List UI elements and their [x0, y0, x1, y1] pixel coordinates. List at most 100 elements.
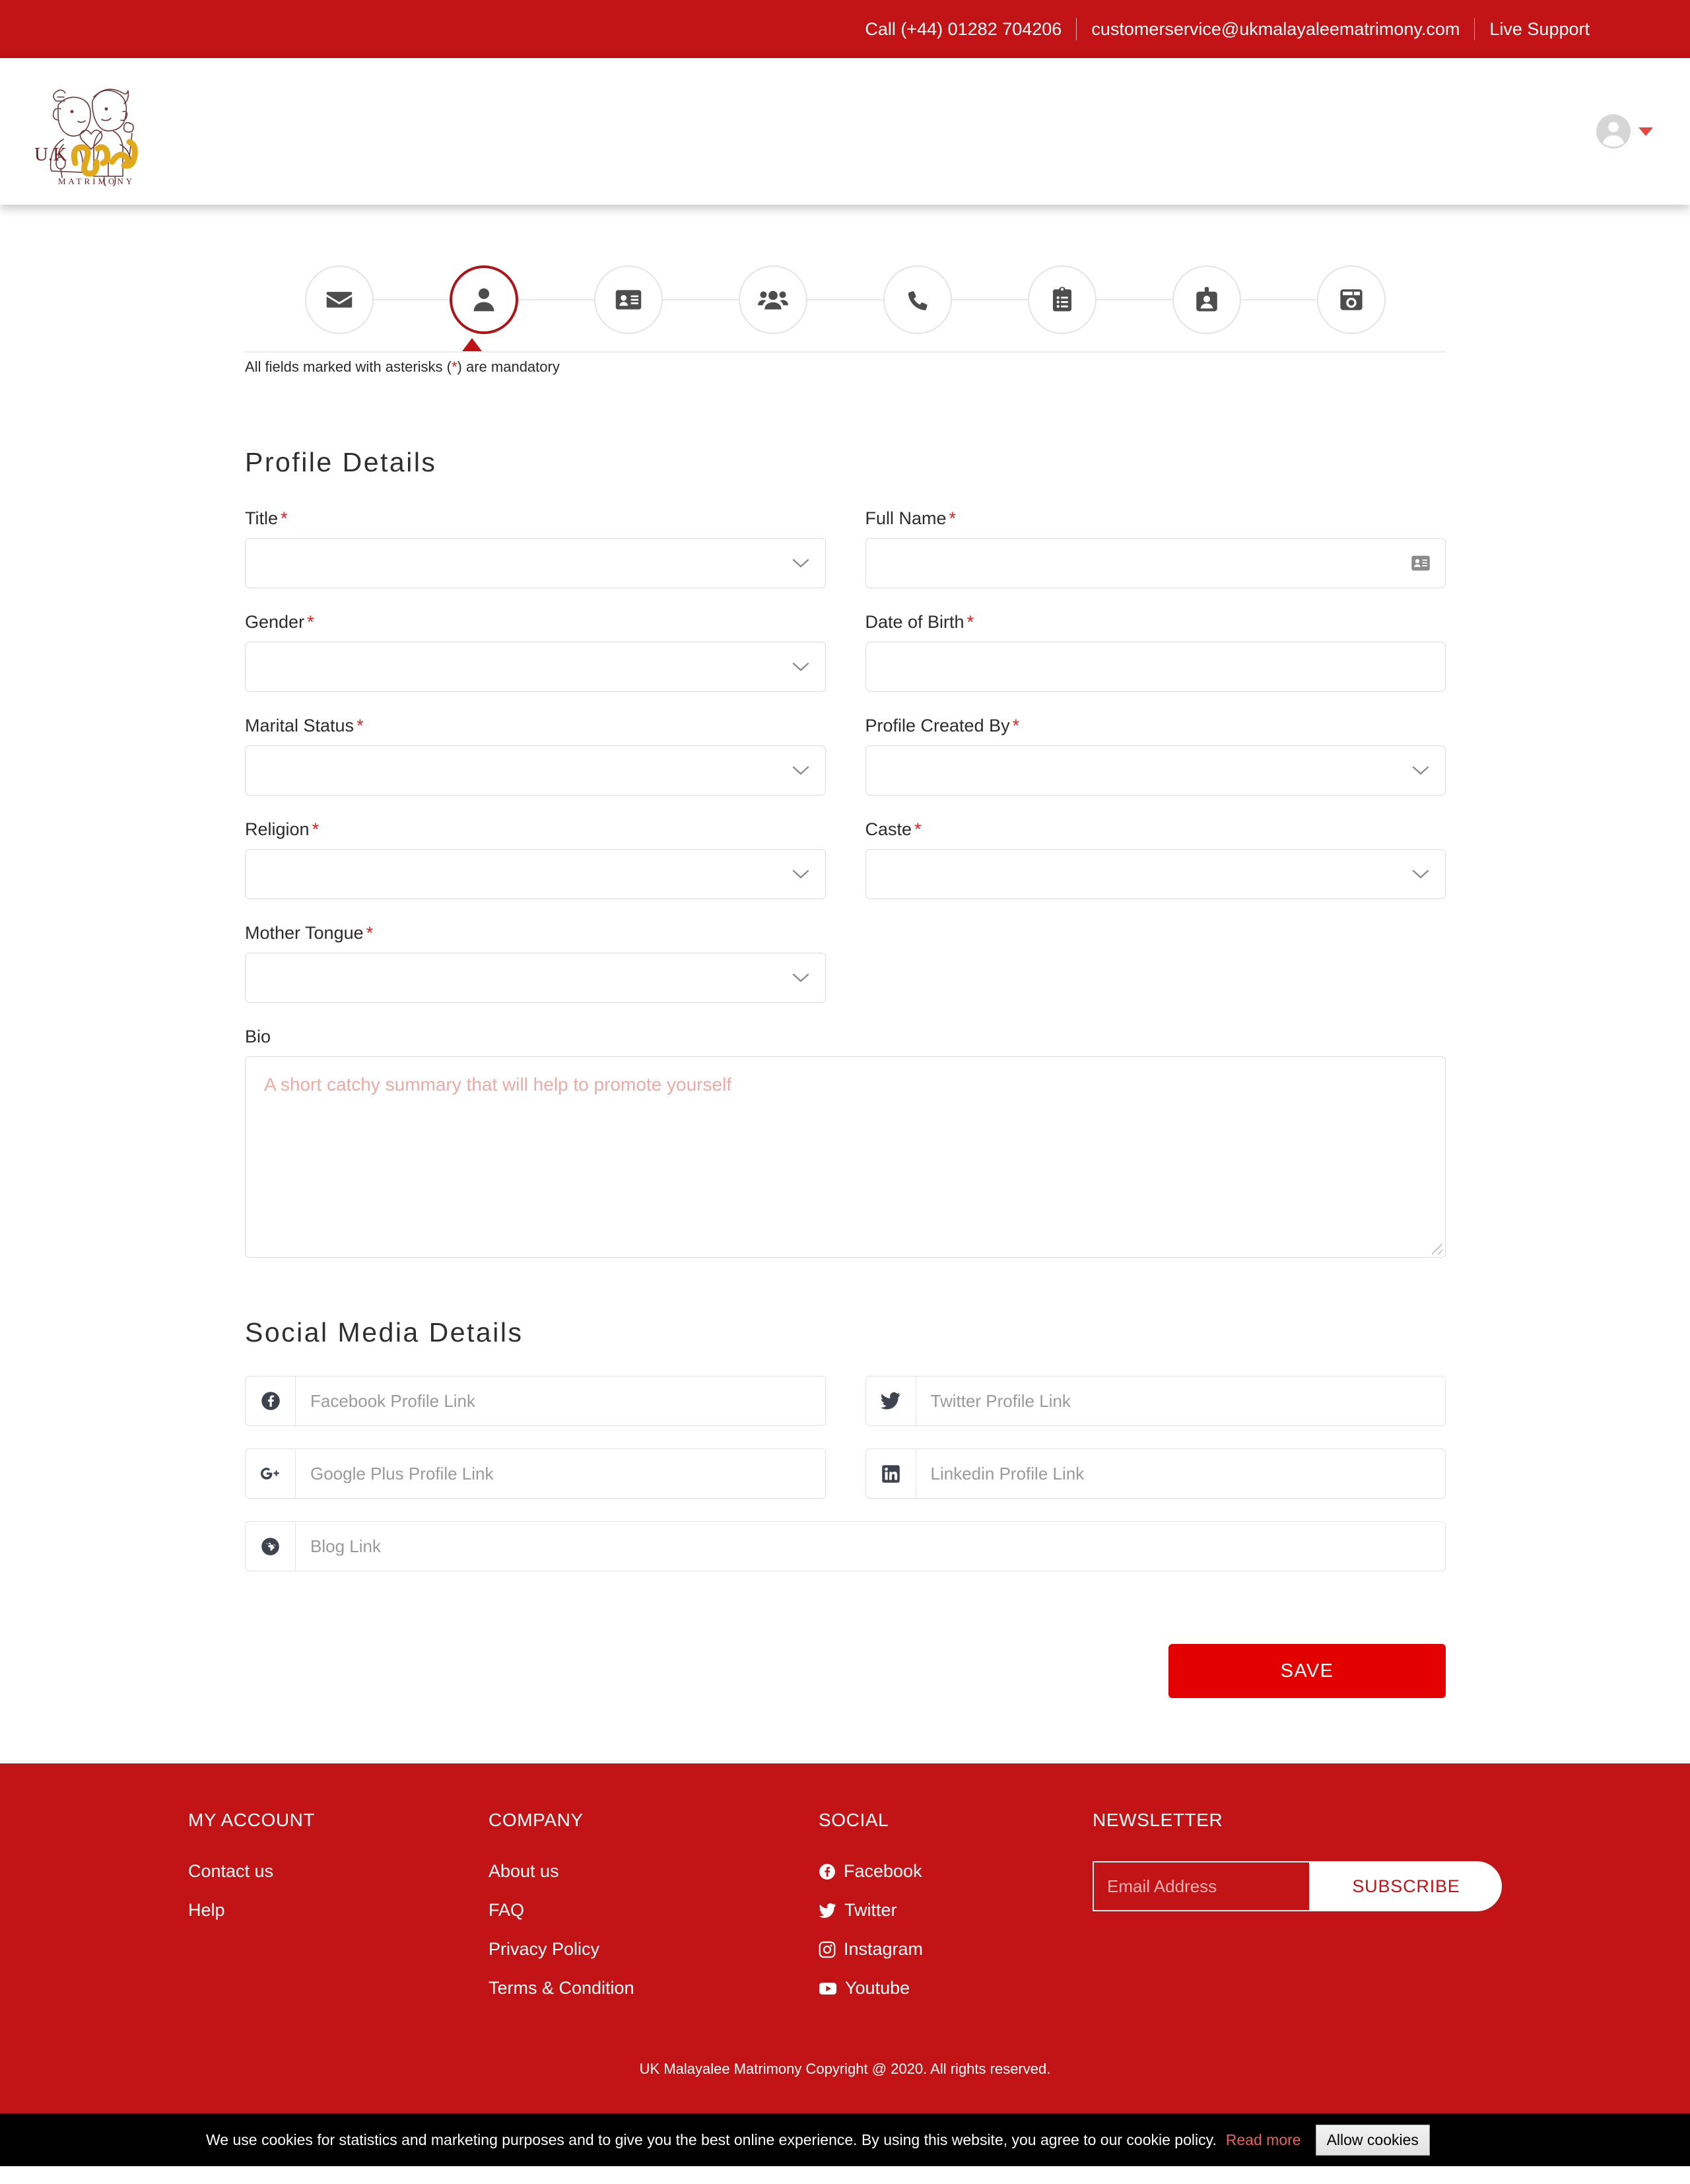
select-mother-tongue[interactable] — [245, 953, 826, 1003]
live-support-link[interactable]: Live Support — [1475, 20, 1604, 38]
footer-link-faq[interactable]: FAQ — [489, 1900, 819, 1921]
social-media-heading: Social Media Details — [245, 1317, 524, 1348]
phone-link[interactable]: Call (+44) 01282 704206 — [850, 20, 1076, 38]
step-family[interactable] — [738, 265, 807, 334]
active-step-pointer-icon — [462, 338, 482, 351]
google-plus-link-input[interactable] — [296, 1449, 825, 1498]
select-marital-status-value[interactable] — [246, 746, 825, 795]
field-religion: Religion * — [245, 796, 826, 899]
footer-link-twitter[interactable]: Twitter — [819, 1900, 1093, 1921]
site-logo[interactable]: U.K MATRIMONY — [20, 71, 178, 193]
facebook-icon — [246, 1377, 296, 1425]
footer-link-contact-us[interactable]: Contact us — [188, 1861, 489, 1882]
bio-textarea[interactable] — [246, 1057, 1445, 1257]
account-menu[interactable] — [1596, 114, 1653, 149]
input-date-of-birth[interactable] — [865, 642, 1445, 691]
mandatory-note-block: All fields marked with asterisks (*) are… — [244, 338, 1446, 376]
instagram-icon — [819, 1941, 836, 1958]
svg-text:U.K: U.K — [34, 144, 67, 165]
note-suffix: ) are mandatory — [457, 358, 560, 375]
label-title: Title * — [245, 508, 288, 528]
row-facebook-link[interactable] — [245, 1376, 826, 1426]
footer-link-privacy-policy[interactable]: Privacy Policy — [489, 1939, 819, 1960]
select-profile-created-by-value[interactable] — [865, 746, 1445, 795]
profile-fields-grid: Title * Full Name * Gender * Date of Bir… — [245, 485, 1446, 1003]
email-link[interactable]: customerservice@ukmalayaleematrimony.com — [1077, 20, 1474, 38]
facebook-link-input[interactable] — [296, 1377, 825, 1425]
step-email[interactable] — [304, 265, 374, 334]
allow-cookies-button[interactable]: Allow cookies — [1315, 2124, 1430, 2156]
select-profile-created-by[interactable] — [865, 745, 1446, 796]
step-profile[interactable] — [449, 265, 518, 334]
input-date-of-birth-wrap[interactable] — [865, 642, 1446, 692]
footer-link-label: Youtube — [845, 1978, 910, 1998]
id-badge-icon — [1196, 287, 1217, 312]
select-religion[interactable] — [245, 849, 826, 899]
note-asterisk: * — [451, 358, 457, 375]
step-connector — [662, 299, 739, 300]
subscribe-button[interactable]: SUBSCRIBE — [1310, 1861, 1502, 1911]
newsletter-email-input[interactable] — [1093, 1861, 1310, 1911]
globe-icon — [246, 1522, 296, 1571]
step-contact[interactable] — [883, 265, 952, 334]
select-marital-status[interactable] — [245, 745, 826, 796]
profile-form: Profile Details Title * Full Name * Gend… — [244, 376, 1446, 1754]
row-blog-link[interactable] — [245, 1521, 1446, 1571]
note-prefix: All fields marked with asterisks ( — [245, 358, 452, 375]
blog-link-input[interactable] — [296, 1522, 1445, 1571]
select-religion-value[interactable] — [246, 850, 825, 899]
registration-stepper — [0, 205, 1690, 334]
page-body: All fields marked with asterisks (*) are… — [0, 205, 1690, 1760]
input-full-name[interactable] — [865, 539, 1445, 588]
label-profile-created-by: Profile Created By * — [865, 716, 1020, 735]
clipboard-list-icon — [1052, 287, 1071, 312]
caret-down-icon[interactable] — [1639, 127, 1653, 136]
required-asterisk: * — [1012, 716, 1020, 735]
required-asterisk: * — [366, 923, 374, 943]
field-title: Title * — [245, 485, 826, 588]
select-caste-value[interactable] — [865, 850, 1445, 899]
footer-heading-social: SOCIAL — [819, 1810, 889, 1830]
step-preferences[interactable] — [1027, 265, 1097, 334]
select-gender-value[interactable] — [246, 642, 825, 691]
profile-details-heading: Profile Details — [245, 447, 437, 477]
svg-text:MATRIMONY: MATRIMONY — [58, 176, 135, 186]
step-id-badge[interactable] — [1172, 265, 1241, 334]
footer-link-help[interactable]: Help — [188, 1900, 489, 1921]
cookie-read-more-link[interactable]: Read more — [1226, 2131, 1301, 2149]
id-card-icon — [615, 290, 641, 310]
resize-handle[interactable] — [1432, 1244, 1442, 1254]
step-photos[interactable] — [1316, 265, 1386, 334]
linkedin-link-input[interactable] — [916, 1449, 1445, 1498]
footer-link-terms[interactable]: Terms & Condition — [489, 1978, 819, 1998]
select-title-value[interactable] — [246, 539, 825, 588]
row-linkedin-link[interactable] — [865, 1449, 1446, 1499]
input-full-name-wrap[interactable] — [865, 538, 1446, 588]
footer-col-social: SOCIAL Facebook Twitter Instagram Youtub… — [819, 1810, 1093, 2017]
footer-heading-my-account: MY ACCOUNT — [188, 1810, 316, 1830]
select-mother-tongue-value[interactable] — [246, 953, 825, 1002]
footer-link-label: Instagram — [844, 1939, 924, 1959]
label-bio: Bio — [245, 1027, 271, 1046]
field-gender: Gender * — [245, 588, 826, 692]
step-id-card[interactable] — [593, 265, 663, 334]
footer-link-about-us[interactable]: About us — [489, 1861, 819, 1882]
footer-link-facebook[interactable]: Facebook — [819, 1861, 1093, 1882]
select-title[interactable] — [245, 538, 826, 588]
grid-spacer — [865, 899, 1446, 1003]
row-google-plus-link[interactable] — [245, 1449, 826, 1499]
envelope-icon — [326, 292, 352, 308]
copyright-text: UK Malayalee Matrimony Copyright @ 2020.… — [639, 2061, 1051, 2077]
camera-icon — [1339, 289, 1363, 310]
select-caste[interactable] — [865, 849, 1446, 899]
bio-textarea-wrap[interactable] — [245, 1056, 1446, 1258]
footer-link-youtube[interactable]: Youtube — [819, 1978, 1093, 1998]
required-asterisk: * — [281, 508, 288, 528]
twitter-link-input[interactable] — [916, 1377, 1445, 1425]
footer-link-instagram[interactable]: Instagram — [819, 1939, 1093, 1960]
required-asterisk: * — [966, 612, 974, 632]
row-twitter-link[interactable] — [865, 1376, 1446, 1426]
select-gender[interactable] — [245, 642, 826, 692]
user-avatar-icon[interactable] — [1596, 114, 1631, 149]
save-button[interactable]: SAVE — [1168, 1644, 1446, 1698]
